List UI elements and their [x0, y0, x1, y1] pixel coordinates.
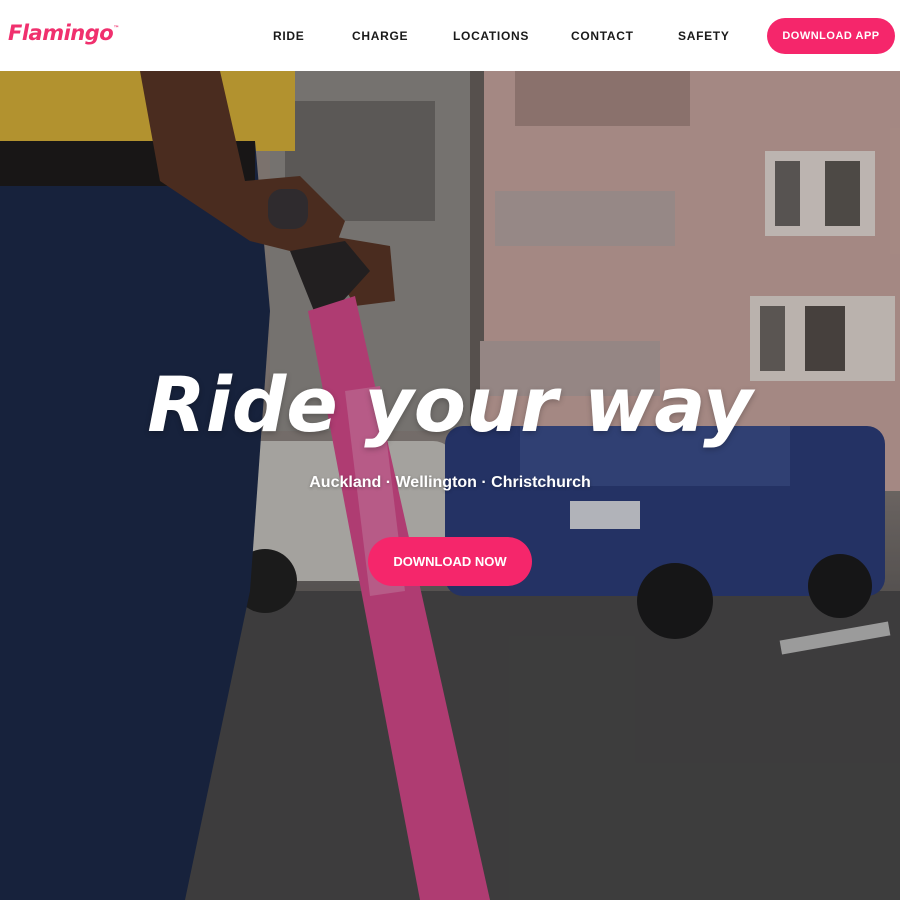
download-now-button[interactable]: DOWNLOAD NOW: [368, 537, 532, 586]
hero-cities: Auckland · Wellington · Christchurch: [309, 474, 591, 491]
hero-title: Ride your way: [147, 360, 753, 449]
nav-link-charge[interactable]: CHARGE: [352, 29, 408, 43]
site-header: Flamingo™ RIDE CHARGE LOCATIONS CONTACT …: [0, 0, 900, 71]
hero-section: Ride your way Auckland · Wellington · Ch…: [0, 71, 900, 900]
nav-link-locations[interactable]: LOCATIONS: [453, 29, 529, 43]
trademark-mark: ™: [113, 25, 119, 32]
download-app-button[interactable]: DOWNLOAD APP: [767, 18, 895, 54]
flamingo-logo[interactable]: Flamingo™: [8, 21, 119, 45]
logo-text: Flamingo: [8, 21, 114, 45]
nav-link-contact[interactable]: CONTACT: [571, 29, 634, 43]
nav-link-safety[interactable]: SAFETY: [678, 29, 730, 43]
nav-link-ride[interactable]: RIDE: [273, 29, 304, 43]
